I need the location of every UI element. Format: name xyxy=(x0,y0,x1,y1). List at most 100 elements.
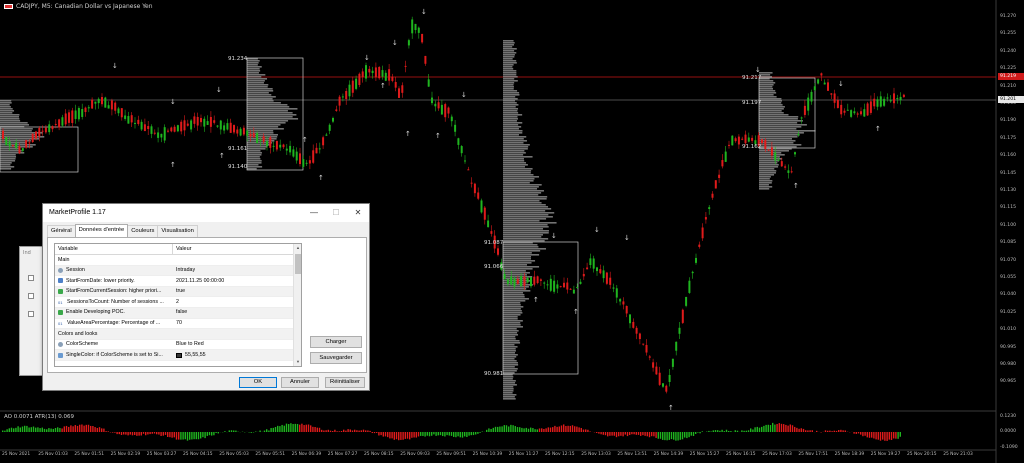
close-button[interactable]: ✕ xyxy=(347,204,369,222)
load-button[interactable]: Charger xyxy=(310,336,362,348)
row-value[interactable]: false xyxy=(173,308,187,318)
volume-profile-bar xyxy=(759,130,816,132)
tab-inputs[interactable]: Données d'entrée xyxy=(74,224,129,237)
row-value[interactable]: 70 xyxy=(173,319,182,329)
scroll-down-icon[interactable]: ▼ xyxy=(294,358,301,366)
maximize-button[interactable]: ☐ xyxy=(325,204,347,222)
row-value-text: Intraday xyxy=(176,267,196,274)
grid-row[interactable]: Enable Developing POC. false xyxy=(55,307,301,319)
volume-profile-bar xyxy=(759,178,770,180)
save-button[interactable]: Sauvegarder xyxy=(310,352,362,364)
candle-body xyxy=(183,120,186,131)
volume-profile-bar xyxy=(503,292,524,294)
ao-histogram-bar xyxy=(479,432,481,433)
volume-profile-bar xyxy=(0,100,12,102)
volume-profile-bar xyxy=(247,124,281,126)
grid-row[interactable]: StartFromDate: lower priority. 2021.11.25… xyxy=(55,276,301,287)
volume-profile-bar xyxy=(503,198,547,200)
volume-profile-bar xyxy=(503,388,514,390)
tab-general[interactable]: Général xyxy=(47,225,76,237)
tab-visualisation[interactable]: Visualisation xyxy=(157,225,198,237)
ao-histogram-bar xyxy=(745,430,747,432)
ao-histogram-bar xyxy=(94,427,96,432)
ao-histogram-bar xyxy=(490,428,492,432)
candle-body xyxy=(863,109,866,117)
ao-histogram-bar xyxy=(50,428,52,432)
ao-histogram-bar xyxy=(712,430,714,432)
ao-histogram-bar xyxy=(565,426,567,432)
grid-row[interactable]: ColorScheme Blue to Red xyxy=(55,340,301,351)
ao-histogram-bar xyxy=(389,432,391,439)
row-value[interactable]: 55,55,55 xyxy=(173,350,206,360)
color-swatch[interactable] xyxy=(176,352,182,358)
scroll-thumb[interactable] xyxy=(295,254,301,274)
inputs-grid[interactable]: Variable Valeur Main Session Intraday Start… xyxy=(54,243,302,367)
row-value[interactable]: 2021.11.25 00:00:00 xyxy=(173,276,224,286)
ao-histogram-bar xyxy=(228,430,230,432)
candle-body xyxy=(5,137,8,146)
candle-body xyxy=(586,267,589,270)
row-value[interactable]: Blue to Red xyxy=(173,340,204,350)
candle-body xyxy=(200,117,202,123)
grid-row[interactable]: 01 SessionsToCount: Number of sessions ..… xyxy=(55,297,301,308)
grid-row[interactable]: 01 ValueAreaPercentage: Percentage of ...… xyxy=(55,319,301,330)
tab-colors[interactable]: Couleurs xyxy=(127,225,159,237)
volume-profile-bar xyxy=(503,86,514,88)
row-value[interactable]: 2 xyxy=(173,297,179,307)
ao-histogram-bar xyxy=(68,426,70,432)
grid-scrollbar[interactable]: ▲ ▼ xyxy=(293,244,301,366)
volume-profile-bar xyxy=(503,158,524,160)
ao-histogram-bar xyxy=(299,424,301,432)
volume-profile-bar xyxy=(503,210,546,212)
price-tick-label: 91.130 xyxy=(1000,188,1017,193)
ao-histogram-bar xyxy=(259,430,261,432)
ao-histogram-bar xyxy=(552,427,554,432)
candle-body xyxy=(384,72,387,81)
volume-profile-bar xyxy=(503,342,521,344)
candle-body xyxy=(807,97,810,111)
candle-body xyxy=(549,278,552,291)
row-value[interactable]: true xyxy=(173,287,185,297)
ao-histogram-bar xyxy=(587,429,589,432)
checkbox-icon[interactable] xyxy=(28,311,34,317)
row-variable-text: StartFromDate: lower priority. xyxy=(66,277,135,284)
volume-profile-bar xyxy=(503,94,520,96)
down-arrow-icon: ↓ xyxy=(112,62,118,70)
candle-body xyxy=(767,149,770,151)
row-variable-text: Main xyxy=(58,256,70,263)
checkbox-icon[interactable] xyxy=(28,275,34,281)
ao-histogram-bar xyxy=(215,432,217,434)
candle-body xyxy=(206,121,209,125)
ao-histogram-bar xyxy=(855,432,857,434)
grid-row[interactable]: StartFromCurrentSession: higher priori..… xyxy=(55,286,301,298)
candle-body xyxy=(196,116,199,126)
ao-histogram-bar xyxy=(120,432,123,436)
ao-histogram-bar xyxy=(538,428,541,432)
row-value[interactable]: Intraday xyxy=(173,266,195,276)
ao-histogram-bar xyxy=(186,432,189,441)
column-variable[interactable]: Variable xyxy=(55,244,173,254)
profile-level-label: 91.140 xyxy=(228,164,248,170)
volume-profile-bar xyxy=(503,322,521,324)
ao-histogram-bar xyxy=(263,430,266,432)
scroll-up-icon[interactable]: ▲ xyxy=(294,244,301,252)
grid-row[interactable]: SingleColor: if ColorScheme is set to Si… xyxy=(55,350,301,361)
volume-profile-bar xyxy=(759,82,776,84)
volume-profile-bar xyxy=(503,60,517,62)
dialog-titlebar[interactable]: MarketProfile 1.17 — ☐ ✕ xyxy=(43,204,369,222)
ao-histogram-bar xyxy=(54,427,57,432)
ao-histogram-bar xyxy=(701,431,703,432)
reset-button[interactable]: Réinitialiser xyxy=(325,377,365,388)
ao-histogram-bar xyxy=(690,432,692,436)
column-value[interactable]: Valeur xyxy=(173,244,192,254)
ok-button[interactable]: OK xyxy=(239,377,277,388)
volume-profile-bar xyxy=(503,382,516,384)
checkbox-icon[interactable] xyxy=(28,293,34,299)
volume-profile-bar xyxy=(503,208,552,210)
volume-profile-bar xyxy=(759,92,777,94)
minimize-button[interactable]: — xyxy=(303,204,325,222)
grid-row[interactable]: Session Intraday xyxy=(55,265,301,277)
candle-body xyxy=(477,192,480,199)
cancel-button[interactable]: Annuler xyxy=(281,377,319,388)
volume-profile-bar xyxy=(759,96,777,98)
